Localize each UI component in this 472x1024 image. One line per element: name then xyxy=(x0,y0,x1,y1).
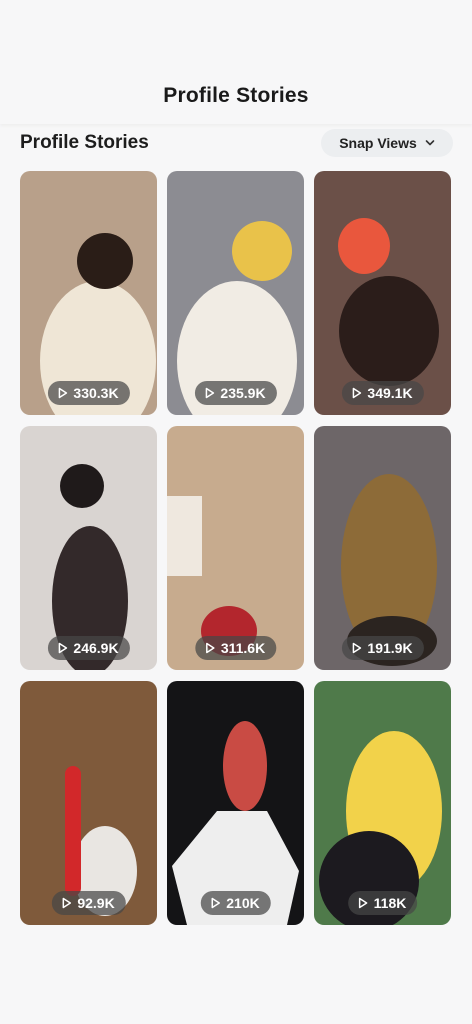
story-tile[interactable]: 210K xyxy=(167,681,304,925)
view-count-badge: 246.9K xyxy=(47,636,130,660)
play-icon xyxy=(205,387,214,399)
view-count: 210K xyxy=(226,895,260,911)
view-count-badge: 92.9K xyxy=(51,891,126,915)
view-count-badge: 235.9K xyxy=(194,381,277,405)
play-icon xyxy=(211,897,220,909)
play-icon xyxy=(58,387,67,399)
play-icon xyxy=(205,642,215,654)
play-icon xyxy=(352,642,361,654)
view-count-badge: 349.1K xyxy=(341,381,424,405)
play-icon xyxy=(358,897,367,909)
view-count: 235.9K xyxy=(220,385,266,401)
play-icon xyxy=(352,387,361,399)
view-count: 311.6K xyxy=(220,640,266,656)
story-grid: 330.3K 235.9K 349.1K 246.9K 311.6K 191.9… xyxy=(0,0,472,1024)
story-tile[interactable]: 311.6K xyxy=(167,426,304,670)
view-count: 349.1K xyxy=(367,385,413,401)
story-thumbnail xyxy=(20,426,157,670)
story-thumbnail xyxy=(20,681,157,925)
story-tile[interactable]: 235.9K xyxy=(167,171,304,415)
story-thumbnail xyxy=(167,171,304,415)
story-tile[interactable]: 191.9K xyxy=(314,426,451,670)
view-count-badge: 118K xyxy=(347,891,418,915)
play-icon xyxy=(58,642,67,654)
view-count-badge: 210K xyxy=(200,891,271,915)
story-tile[interactable]: 330.3K xyxy=(20,171,157,415)
story-thumbnail xyxy=(314,426,451,670)
play-icon xyxy=(62,897,71,909)
story-thumbnail xyxy=(167,681,304,925)
view-count: 246.9K xyxy=(73,640,119,656)
view-count: 330.3K xyxy=(73,385,119,401)
story-thumbnail xyxy=(314,681,451,925)
story-tile[interactable]: 246.9K xyxy=(20,426,157,670)
view-count: 118K xyxy=(373,895,407,911)
view-count-badge: 330.3K xyxy=(47,381,130,405)
story-tile[interactable]: 118K xyxy=(314,681,451,925)
story-tile[interactable]: 92.9K xyxy=(20,681,157,925)
view-count: 92.9K xyxy=(77,895,115,911)
story-thumbnail xyxy=(314,171,451,415)
story-tile[interactable]: 349.1K xyxy=(314,171,451,415)
story-thumbnail xyxy=(167,426,304,670)
view-count-badge: 311.6K xyxy=(194,636,277,660)
view-count-badge: 191.9K xyxy=(341,636,424,660)
story-thumbnail xyxy=(20,171,157,415)
view-count: 191.9K xyxy=(367,640,413,656)
